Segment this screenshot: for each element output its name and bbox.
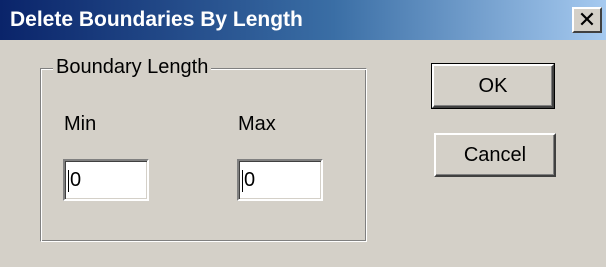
max-label: Max: [238, 113, 276, 135]
dialog-title: Delete Boundaries By Length: [10, 8, 303, 31]
max-value: 0: [244, 169, 256, 191]
group-legend: Boundary Length: [53, 55, 212, 79]
close-button[interactable]: ✕: [572, 7, 602, 33]
cancel-button-label: Cancel: [463, 143, 527, 166]
delete-boundaries-dialog: Delete Boundaries By Length ✕ Boundary L…: [0, 0, 606, 267]
text-cursor: [242, 169, 243, 192]
cancel-button[interactable]: Cancel: [434, 133, 556, 177]
title-bar[interactable]: Delete Boundaries By Length ✕: [0, 0, 606, 40]
ok-button[interactable]: OK: [431, 63, 555, 109]
text-cursor: [68, 169, 69, 192]
close-icon: ✕: [577, 7, 597, 32]
min-input[interactable]: 0: [63, 159, 149, 201]
min-label: Min: [64, 113, 97, 135]
ok-button-label: OK: [478, 74, 508, 97]
boundary-length-group: [40, 68, 367, 242]
max-input[interactable]: 0: [237, 159, 323, 201]
min-value: 0: [70, 169, 82, 191]
